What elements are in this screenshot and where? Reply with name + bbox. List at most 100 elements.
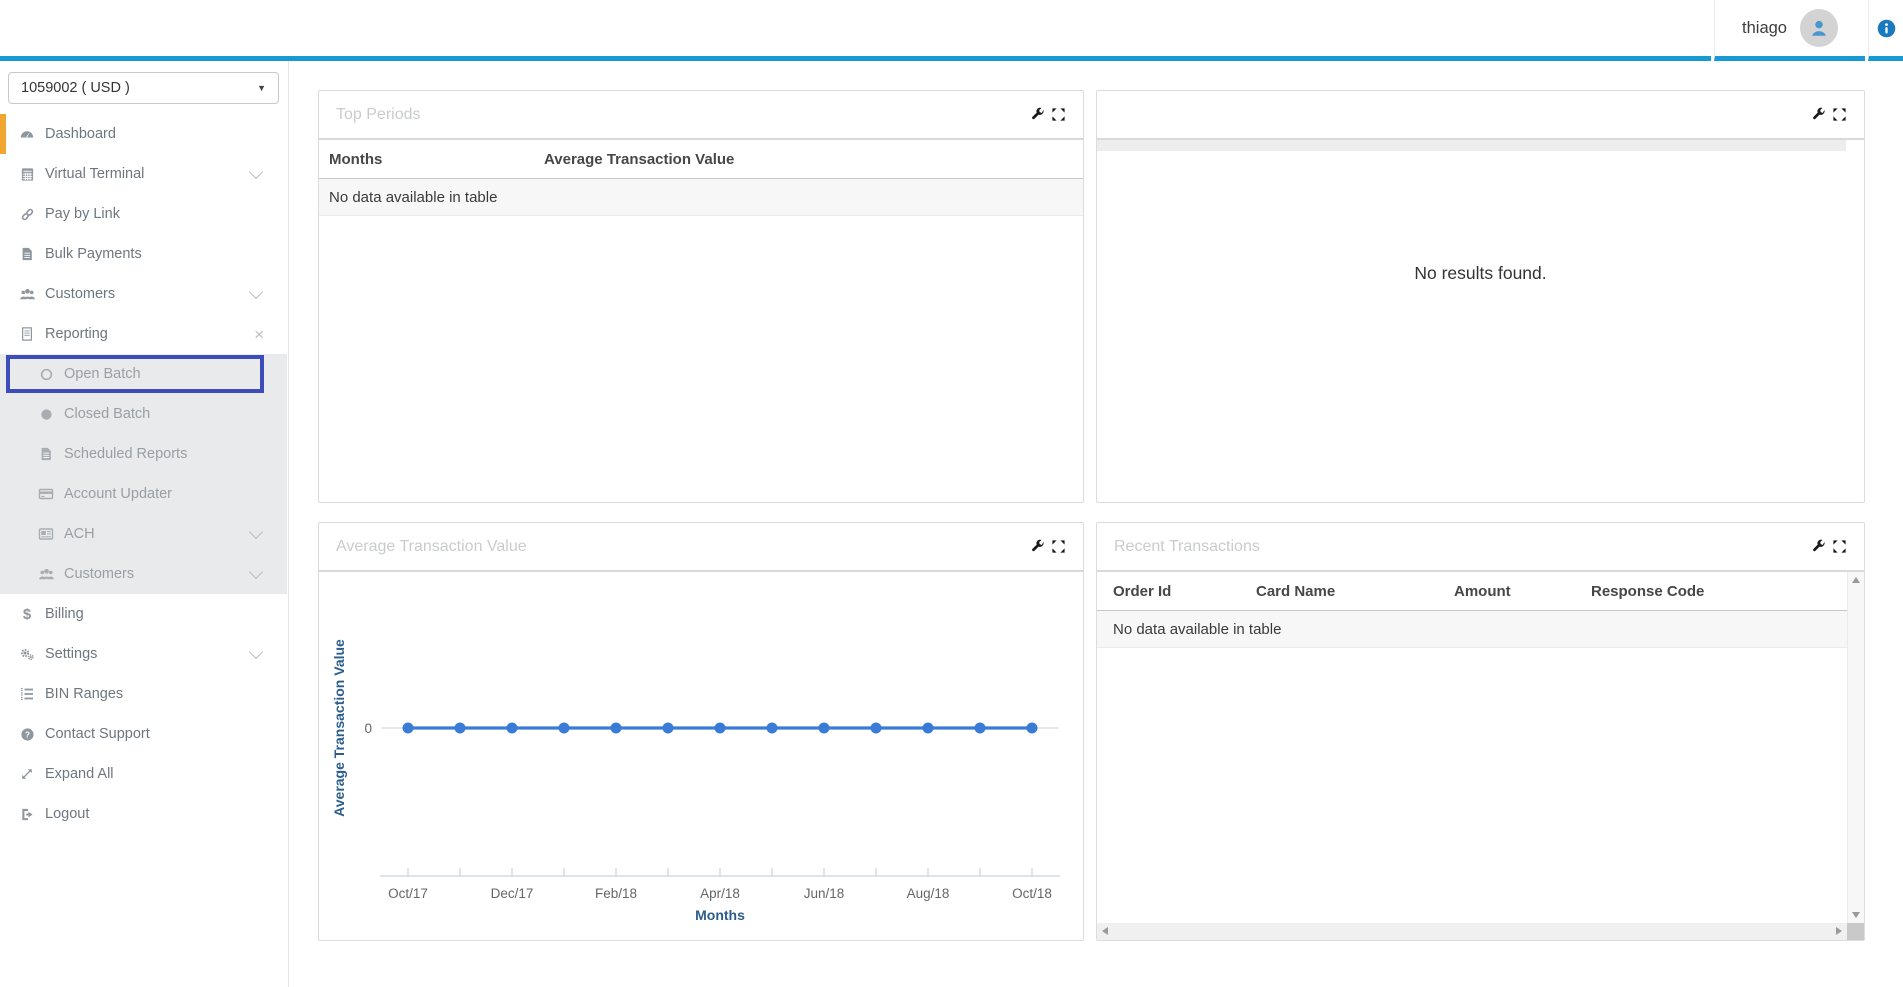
sidebar-item-label: Open Batch [64,366,141,382]
pay-by-link-icon [18,207,36,222]
sidebar-item-open-batch[interactable]: Open Batch [0,354,287,394]
sidebar-item-label: Logout [45,806,90,822]
wrench-icon[interactable] [1811,539,1826,554]
panel-title: Top Periods [336,105,421,123]
svg-text:Oct/17: Oct/17 [388,886,428,901]
virtual-terminal-icon [18,167,36,182]
svg-text:Months: Months [695,907,745,923]
column-header: Amount [1454,582,1511,600]
scrollbar-corner [1847,923,1864,940]
svg-text:Feb/18: Feb/18 [595,886,637,901]
bulk-payments-icon [18,247,36,261]
sidebar-item-logout[interactable]: Logout [0,794,287,834]
reporting-submenu: Open Batch Closed Batch Scheduled Report… [0,354,287,594]
info-button[interactable] [1868,0,1903,61]
panel-recent-transactions: Recent Transactions Order Id Card Name A… [1096,522,1865,941]
user-icon [1812,20,1826,36]
sidebar-item-reporting[interactable]: Reporting × [0,314,287,354]
wrench-icon[interactable] [1811,107,1826,122]
account-select[interactable]: 1059002 ( USD ) ▼ [8,72,279,104]
empty-table-message: No data available in table [319,179,1083,216]
ach-icon [37,526,55,542]
sidebar-item-customers-sub[interactable]: Customers [0,554,287,594]
sidebar: 1059002 ( USD ) ▼ Dashboard Virtual Term… [0,61,289,987]
sidebar-item-label: Pay by Link [45,206,120,222]
avatar[interactable] [1799,9,1838,47]
open-batch-icon [37,367,55,382]
fullscreen-icon[interactable] [1051,539,1066,554]
customers-icon [18,286,36,303]
sidebar-item-label: Account Updater [64,486,173,502]
empty-header-stripe [1097,140,1846,151]
scroll-right-icon[interactable] [1836,927,1842,935]
sidebar-item-closed-batch[interactable]: Closed Batch [0,394,287,434]
billing-icon: $ [22,605,32,623]
sidebar-item-scheduled-reports[interactable]: Scheduled Reports [0,434,287,474]
collapse-close-icon[interactable]: × [254,326,264,343]
bin-ranges-list-icon [18,686,36,702]
empty-table-message: No data available in table [1097,611,1847,648]
sidebar-item-label: Reporting [45,326,108,342]
svg-text:Aug/18: Aug/18 [907,886,950,901]
caret-down-icon: ▼ [257,83,266,93]
wrench-icon[interactable] [1030,539,1045,554]
reporting-icon [18,327,36,341]
sidebar-item-virtual-terminal[interactable]: Virtual Terminal [0,154,287,194]
vertical-scrollbar[interactable] [1847,572,1864,923]
table-header: Order Id Card Name Amount Response Code [1097,572,1847,611]
panel-results: No results found. [1096,90,1865,503]
sidebar-item-pay-by-link[interactable]: Pay by Link [0,194,287,234]
fullscreen-icon[interactable] [1051,107,1066,122]
sidebar-item-bin-ranges[interactable]: BIN Ranges [0,674,287,714]
svg-text:Average Transaction Value: Average Transaction Value [331,639,347,817]
sidebar-item-billing[interactable]: $ Billing [0,594,287,634]
panel-avg-transaction-value: Average Transaction Value Oct/17 Dec/17 Fe… [318,522,1084,941]
sidebar-item-label: Billing [45,606,84,622]
dashboard-icon [18,126,36,142]
svg-text:Dec/17: Dec/17 [491,886,534,901]
fullscreen-icon[interactable] [1832,539,1847,554]
sidebar-item-contact-support[interactable]: ? Contact Support [0,714,287,754]
closed-batch-icon [37,407,55,422]
horizontal-scrollbar[interactable] [1097,923,1847,940]
sidebar-item-bulk-payments[interactable]: Bulk Payments [0,234,287,274]
panel-top-periods: Top Periods Months Average Transaction V… [318,90,1084,503]
scroll-left-icon[interactable] [1102,927,1108,935]
scheduled-reports-icon [37,447,55,461]
sidebar-item-label: Scheduled Reports [64,446,188,462]
column-header: Card Name [1256,582,1336,600]
svg-text:Apr/18: Apr/18 [700,886,740,901]
scroll-up-icon[interactable] [1852,577,1860,583]
user-menu[interactable]: thiago [1714,0,1865,61]
sidebar-item-ach[interactable]: ACH [0,514,287,554]
sidebar-item-label: Dashboard [45,126,116,142]
column-header: Order Id [1113,582,1172,600]
table-header: Months Average Transaction Value [319,140,1083,179]
main-content: Top Periods Months Average Transaction V… [289,61,1903,987]
scroll-down-icon[interactable] [1852,912,1860,918]
topbar: thiago [0,0,1903,61]
sidebar-item-label: Closed Batch [64,406,151,422]
fullscreen-icon[interactable] [1832,107,1847,122]
sidebar-item-customers[interactable]: Customers [0,274,287,314]
settings-gears-icon [18,646,36,662]
sidebar-item-label: Expand All [45,766,114,782]
svg-text:Oct/18: Oct/18 [1012,886,1052,901]
account-select-value: 1059002 ( USD ) [21,80,130,96]
username: thiago [1742,18,1787,37]
sidebar-item-label: BIN Ranges [45,686,124,702]
svg-text:Jun/18: Jun/18 [804,886,845,901]
sidebar-item-dashboard[interactable]: Dashboard [0,114,287,154]
question-circle-icon: ? [18,727,36,742]
logout-icon [18,807,36,822]
avg-transaction-chart: Oct/17 Dec/17 Feb/18 Apr/18 Jun/18 Aug/18 Oct/… [331,639,1060,923]
topbar-spacer [0,0,1711,61]
sidebar-item-label: Bulk Payments [45,246,142,262]
wrench-icon[interactable] [1030,107,1045,122]
sidebar-item-account-updater[interactable]: Account Updater [0,474,287,514]
sidebar-item-settings[interactable]: Settings [0,634,287,674]
panel-title: Average Transaction Value [336,537,527,555]
column-header: Average Transaction Value [544,150,735,168]
sidebar-item-expand-all[interactable]: Expand All [0,754,287,794]
column-header: Months [329,150,383,168]
